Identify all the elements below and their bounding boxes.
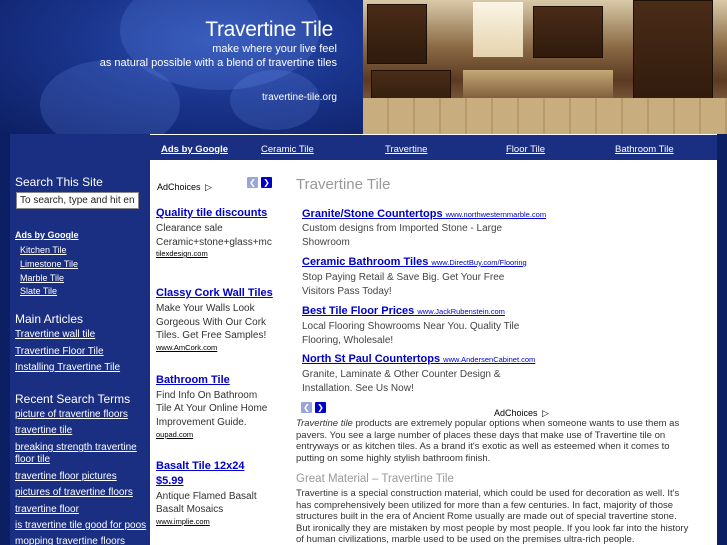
sidebar-article-link[interactable]: Installing Travertine Tile <box>15 362 120 373</box>
main-ad-prev-button[interactable]: ❮ <box>301 402 312 413</box>
body-paragraph: Travertine is a special construction mat… <box>296 488 689 545</box>
ad-text: Improvement Guide. <box>156 417 247 428</box>
recent-search-link[interactable]: breaking strength travertine <box>15 442 137 453</box>
recent-search-link[interactable]: floor tile <box>15 454 50 465</box>
ad-text: Make Your Walls Look <box>156 303 255 314</box>
ad-text: Antique Flamed Basalt <box>156 491 257 502</box>
ad-text: Tile At Your Online Home <box>156 403 268 414</box>
nav-travertine[interactable]: Travertine <box>385 144 427 155</box>
ad-title-link[interactable]: Classy Cork Wall Tiles <box>156 287 273 299</box>
main-ad-text: Visitors Pass Today! <box>302 286 392 297</box>
sidebar-ad-marble-tile[interactable]: Marble Tile <box>20 273 64 283</box>
tagline-line-2: as natural possible with a blend of trav… <box>99 57 337 69</box>
adchoices-icon: ▷ <box>541 408 549 418</box>
recent-search-link[interactable]: pictures of travertine floors <box>15 487 133 498</box>
sidebar-ad-limestone-tile[interactable]: Limestone Tile <box>20 259 78 269</box>
ad-prev-button[interactable]: ❮ <box>247 177 258 188</box>
recent-search-link[interactable]: is travertine tile good for poos <box>15 520 146 531</box>
site-header: Travertine Tile make where your live fee… <box>0 0 727 134</box>
ad-url-link[interactable]: www.AmCork.com <box>156 343 217 352</box>
sidebar-ad-slate-tile[interactable]: Slate Tile <box>20 286 57 296</box>
ad-url-link[interactable]: tilexdesign.com <box>156 249 208 258</box>
ad-price-link[interactable]: $5.99 <box>156 475 184 487</box>
ad-url-link[interactable]: www.implie.com <box>156 517 210 526</box>
ad-text: Basalt Mosaics <box>156 504 224 515</box>
ad-title-link[interactable]: Quality tile discounts <box>156 207 267 219</box>
recent-search-link[interactable]: travertine tile <box>15 425 72 436</box>
main-ad-text: Flooring, Wholesale! <box>302 335 394 346</box>
nav-floor-tile[interactable]: Floor Tile <box>506 144 545 155</box>
main-ad-text: Granite, Laminate & Other Counter Design… <box>302 369 501 380</box>
search-heading: Search This Site <box>15 175 103 189</box>
main-ad-next-button[interactable]: ❯ <box>315 402 326 413</box>
content-area: AdChoices ▷ ❮ ❯ Quality tile discounts C… <box>150 160 717 545</box>
ad-next-button[interactable]: ❯ <box>261 177 272 188</box>
nav-bathroom-tile[interactable]: Bathroom Tile <box>615 144 674 155</box>
main-ad-link[interactable]: Granite/Stone Countertops www.northweste… <box>302 208 546 220</box>
sidebar-ad-kitchen-tile[interactable]: Kitchen Tile <box>20 245 67 255</box>
site-title: Travertine Tile <box>205 18 333 41</box>
section-heading: Great Material – Travertine Tile <box>296 473 454 485</box>
sidebar-ads-by-google[interactable]: Ads by Google <box>15 230 79 240</box>
sidebar-article-link[interactable]: Travertine Floor Tile <box>15 346 104 357</box>
recent-search-heading: Recent Search Terms <box>15 392 131 406</box>
ad-text: Tiles. Get Free Samples! <box>156 330 267 341</box>
header-banner: Travertine Tile make where your live fee… <box>0 0 363 134</box>
nav-ads-by-google[interactable]: Ads by Google <box>161 144 228 155</box>
site-url: travertine-tile.org <box>261 92 337 103</box>
ad-text: Gorgeous With Our Cork <box>156 317 267 328</box>
ad-text: Clearance sale <box>156 223 223 234</box>
left-sidebar: Search This Site Ads by Google Kitchen T… <box>10 134 150 545</box>
tagline-line-1: make where your live feel <box>212 43 337 55</box>
main-ad-text: Showroom <box>302 237 350 248</box>
main-ad-link[interactable]: Ceramic Bathroom Tiles www.DirectBuy.com… <box>302 256 527 268</box>
nav-ceramic-tile[interactable]: Ceramic Tile <box>261 144 314 155</box>
recent-search-link[interactable]: travertine floor <box>15 504 79 515</box>
search-input[interactable] <box>16 192 139 209</box>
adchoices-icon: ▷ <box>204 182 212 192</box>
main-articles-heading: Main Articles <box>15 312 84 326</box>
recent-search-link[interactable]: travertine floor pictures <box>15 471 117 482</box>
main-ad-link[interactable]: Best Tile Floor Prices www.JackRubenstei… <box>302 305 505 317</box>
main-ad-text: Custom designs from Imported Stone - Lar… <box>302 223 503 234</box>
page-title: Travertine Tile <box>296 176 391 193</box>
main-ad-text: Installation. See Us Now! <box>302 383 414 394</box>
ad-url-link[interactable]: oupad.com <box>156 430 193 439</box>
ad-title-link[interactable]: Bathroom Tile <box>156 374 230 386</box>
intro-paragraph: Travertine tile products are extremely p… <box>296 418 680 464</box>
main-ad-text: Stop Paying Retail & Save Big. Get Your … <box>302 272 505 283</box>
ad-text: Ceramic+stone+glass+mc <box>156 237 272 248</box>
recent-search-link[interactable]: mopping travertine floors <box>15 536 125 545</box>
main-ad-text: Local Flooring Showrooms Near You. Quali… <box>302 321 520 332</box>
sidebar-article-link[interactable]: Travertine wall tile <box>15 329 95 340</box>
ad-title-link[interactable]: Basalt Tile 12x24 <box>156 460 244 472</box>
main-ad-link[interactable]: North St Paul Countertops www.AndersenCa… <box>302 353 535 365</box>
kitchen-photo <box>363 0 727 134</box>
recent-search-link[interactable]: picture of travertine floors <box>15 409 128 420</box>
left-adchoices[interactable]: AdChoices ▷ <box>157 177 212 195</box>
top-nav-bar: Ads by Google Ceramic Tile Travertine Fl… <box>150 134 717 160</box>
ad-text: Find Info On Bathroom <box>156 390 258 401</box>
